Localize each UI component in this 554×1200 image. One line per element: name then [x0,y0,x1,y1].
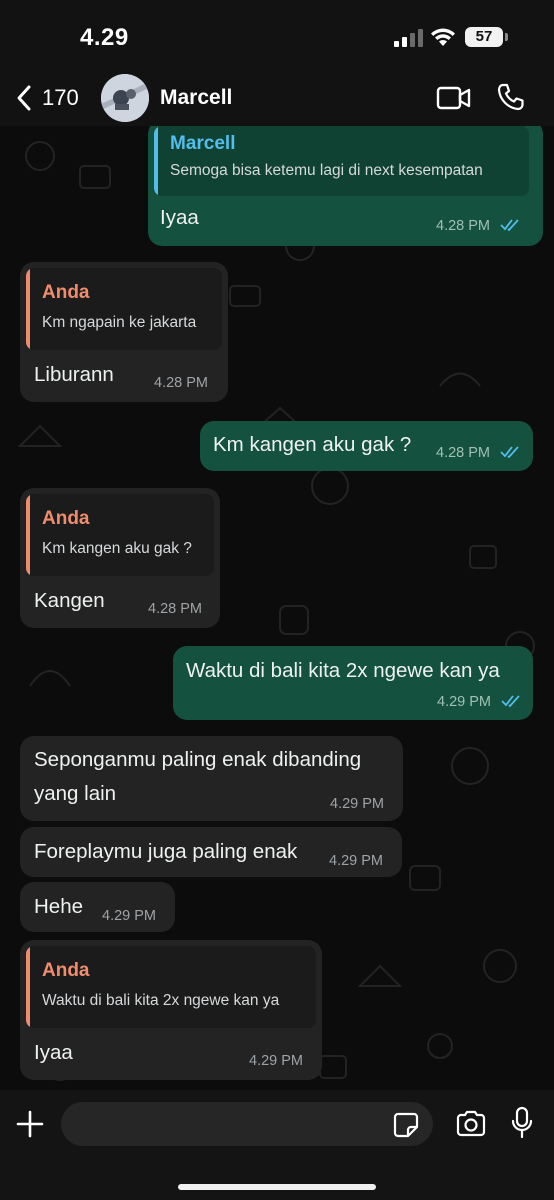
quote-author: Marcell [170,133,236,154]
quote-author: Anda [42,960,90,981]
message-input-container[interactable] [61,1102,433,1148]
sticker-icon[interactable] [393,1112,419,1138]
composer-bar [0,1090,554,1200]
quote-author: Anda [42,508,90,529]
quote-bar [26,268,30,350]
camera-icon[interactable] [455,1110,487,1138]
message-bubble-incoming[interactable]: Anda Km ngapain ke jakarta Liburann 4.28… [20,262,228,402]
quote-text: Km ngapain ke jakarta [42,314,197,331]
message-bubble-incoming[interactable]: Anda Km kangen aku gak ? Kangen 4.28 PM [20,488,220,628]
message-text-line: Seponganmu paling enak dibanding [34,748,362,771]
message-bubble-outgoing[interactable]: Waktu di bali kita 2x ngewe kan ya 4.29 … [173,646,533,720]
back-chevron-icon [17,85,31,111]
message-bubble-incoming[interactable]: Foreplaymu juga paling enak 4.29 PM [20,827,402,877]
message-time: 4.28 PM [154,375,208,391]
microphone-icon[interactable] [510,1106,534,1140]
message-time: 4.29 PM [330,796,384,812]
message-text-line: yang lain [34,782,117,805]
cellular-signal-icon [394,29,424,47]
quoted-message[interactable]: Anda Waktu di bali kita 2x ngewe kan ya [26,946,316,1028]
home-indicator [178,1184,376,1190]
message-text: Iyaa [160,206,199,229]
message-bubble-outgoing[interactable]: Marcell Semoga bisa ketemu lagi di next … [148,126,543,246]
quote-text: Km kangen aku gak ? [42,540,192,557]
message-time: 4.29 PM [249,1053,303,1069]
quote-author: Anda [42,282,90,303]
battery-tip [505,33,508,41]
back-button[interactable]: 170 [16,84,79,112]
battery-indicator: 57 [465,27,503,47]
contact-name[interactable]: Marcell [160,86,232,110]
chat-header: 170 Marcell [0,72,554,126]
read-receipt-icon [500,219,519,232]
chat-area[interactable]: Marcell Semoga bisa ketemu lagi di next … [0,126,554,1090]
read-receipt-icon [500,446,519,459]
quote-bar [26,494,30,576]
message-time: 4.29 PM [102,908,156,924]
message-bubble-incoming[interactable]: Anda Waktu di bali kita 2x ngewe kan ya … [20,940,322,1080]
avatar[interactable] [101,74,149,122]
quote-text: Waktu di bali kita 2x ngewe kan ya [42,992,280,1009]
plus-icon[interactable] [14,1108,46,1140]
read-receipt-icon [501,695,520,708]
message-time: 4.29 PM [329,853,383,869]
message-bubble-outgoing[interactable]: Km kangen aku gak ? 4.28 PM [200,421,533,471]
quote-bar [154,126,158,196]
wifi-icon [431,28,455,46]
message-bubble-incoming[interactable]: Seponganmu paling enak dibanding yang la… [20,736,403,821]
message-text: Waktu di bali kita 2x ngewe kan ya [186,659,500,682]
message-text: Kangen [34,589,105,612]
status-bar: 4.29 57 [0,0,554,72]
avatar-image [101,74,149,122]
message-text: Km kangen aku gak ? [213,433,412,456]
unread-count: 170 [42,85,79,110]
quote-bar [26,946,30,1028]
message-text: Liburann [34,363,114,386]
message-input[interactable] [77,1102,381,1148]
message-text: Foreplaymu juga paling enak [34,840,298,863]
quoted-message[interactable]: Anda Km ngapain ke jakarta [26,268,222,350]
quoted-message[interactable]: Anda Km kangen aku gak ? [26,494,214,576]
message-time: 4.28 PM [436,445,490,461]
quoted-message[interactable]: Marcell Semoga bisa ketemu lagi di next … [154,126,529,196]
message-time: 4.29 PM [437,694,491,710]
message-time: 4.28 PM [436,218,490,234]
video-call-icon[interactable] [436,84,472,112]
quote-text: Semoga bisa ketemu lagi di next kesempat… [170,162,483,179]
message-bubble-incoming[interactable]: Hehe 4.29 PM [20,882,175,932]
phone-icon[interactable] [496,82,526,112]
status-time: 4.29 [80,24,129,51]
message-text: Hehe [34,895,84,918]
message-time: 4.28 PM [148,601,202,617]
message-text: Iyaa [34,1041,73,1064]
